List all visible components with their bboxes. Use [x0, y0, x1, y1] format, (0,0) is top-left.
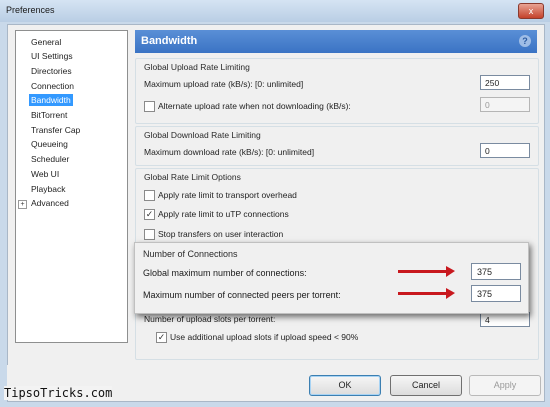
sidebar-item-label: Playback	[31, 184, 66, 194]
alternate-upload-label: Alternate upload rate when not downloadi…	[158, 101, 351, 111]
global-connections-label: Global maximum number of connections:	[143, 268, 307, 278]
peers-per-torrent-input[interactable]: 375	[471, 285, 521, 302]
ok-button[interactable]: OK	[309, 375, 381, 396]
sidebar-item-queueing[interactable]: Queueing	[29, 138, 70, 150]
dialog-client-area: General UI Settings Directories Connecti…	[7, 24, 545, 402]
group-title: Global Upload Rate Limiting	[144, 62, 250, 72]
sidebar-item-label: Connection	[31, 81, 75, 91]
group-title: Global Rate Limit Options	[144, 172, 241, 182]
peers-per-torrent-label: Maximum number of connected peers per to…	[143, 290, 341, 300]
alternate-upload-checkbox[interactable]	[144, 101, 155, 112]
utp-label: Apply rate limit to uTP connections	[158, 209, 289, 219]
sidebar-item-general[interactable]: General	[29, 36, 63, 48]
panel-title: Bandwidth	[141, 35, 198, 47]
watermark: TipsoTricks.com	[4, 386, 113, 400]
transport-overhead-checkbox[interactable]	[144, 190, 155, 201]
sidebar-item-connection[interactable]: Connection	[29, 80, 76, 92]
download-rate-group: Global Download Rate Limiting Maximum do…	[135, 126, 539, 166]
upload-rate-group: Global Upload Rate Limiting Maximum uplo…	[135, 58, 539, 124]
upload-slots-input[interactable]: 4	[480, 312, 530, 327]
sidebar-item-label: Scheduler	[31, 154, 70, 164]
sidebar-item-transfer-cap[interactable]: Transfer Cap	[29, 124, 82, 136]
sidebar-item-scheduler[interactable]: Scheduler	[29, 153, 71, 165]
pointer-arrow-icon	[398, 266, 455, 277]
stop-transfers-label: Stop transfers on user interaction	[158, 229, 284, 239]
connections-group: Number of Connections Global maximum num…	[134, 242, 529, 314]
utp-checkbox[interactable]: ✓	[144, 209, 155, 220]
category-tree: General UI Settings Directories Connecti…	[15, 30, 128, 343]
max-upload-input[interactable]: 250	[480, 75, 530, 90]
transport-overhead-label: Apply rate limit to transport overhead	[158, 190, 297, 200]
sidebar-item-advanced[interactable]: Advanced	[29, 197, 71, 209]
group-title: Number of Connections	[143, 249, 238, 259]
panel-header: Bandwidth ?	[135, 30, 537, 53]
sidebar-item-label: Queueing	[31, 139, 68, 149]
sidebar-item-label: Directories	[31, 66, 72, 76]
stop-transfers-checkbox[interactable]	[144, 229, 155, 240]
max-download-input[interactable]: 0	[480, 143, 530, 158]
cancel-button[interactable]: Cancel	[390, 375, 462, 396]
group-title: Global Download Rate Limiting	[144, 130, 261, 140]
close-button[interactable]: x	[518, 3, 544, 19]
close-icon: x	[528, 6, 534, 16]
pointer-arrow-icon	[398, 288, 455, 299]
global-connections-input[interactable]: 375	[471, 263, 521, 280]
sidebar-item-label: General	[31, 37, 62, 47]
sidebar-item-ui-settings[interactable]: UI Settings	[29, 50, 75, 62]
additional-slots-checkbox[interactable]: ✓	[156, 332, 167, 343]
max-upload-label: Maximum upload rate (kB/s): [0: unlimite…	[144, 79, 304, 89]
sidebar-item-playback[interactable]: Playback	[29, 183, 68, 195]
window-title: Preferences	[6, 5, 55, 15]
expand-icon[interactable]: +	[18, 200, 27, 209]
max-download-label: Maximum download rate (kB/s): [0: unlimi…	[144, 147, 315, 157]
sidebar-item-label: Bandwidth	[31, 95, 71, 105]
sidebar-item-label: Transfer Cap	[31, 125, 81, 135]
sidebar-item-label: UI Settings	[31, 51, 73, 61]
upload-slots-label: Number of upload slots per torrent:	[144, 314, 276, 324]
alternate-upload-input[interactable]: 0	[480, 97, 530, 112]
sidebar-item-label: BitTorrent	[31, 110, 68, 120]
sidebar-item-bittorrent[interactable]: BitTorrent	[29, 109, 69, 121]
sidebar-item-label: Web UI	[31, 169, 60, 179]
sidebar-item-label: Advanced	[31, 198, 69, 208]
help-icon[interactable]: ?	[519, 35, 531, 47]
sidebar-item-web-ui[interactable]: Web UI	[29, 168, 61, 180]
additional-slots-label: Use additional upload slots if upload sp…	[170, 332, 359, 342]
title-bar: Preferences x	[0, 0, 550, 22]
preferences-window: Preferences x General UI Settings Direct…	[0, 0, 550, 407]
apply-button[interactable]: Apply	[469, 375, 541, 396]
sidebar-item-directories[interactable]: Directories	[29, 65, 74, 77]
sidebar-item-bandwidth[interactable]: Bandwidth	[29, 94, 73, 106]
